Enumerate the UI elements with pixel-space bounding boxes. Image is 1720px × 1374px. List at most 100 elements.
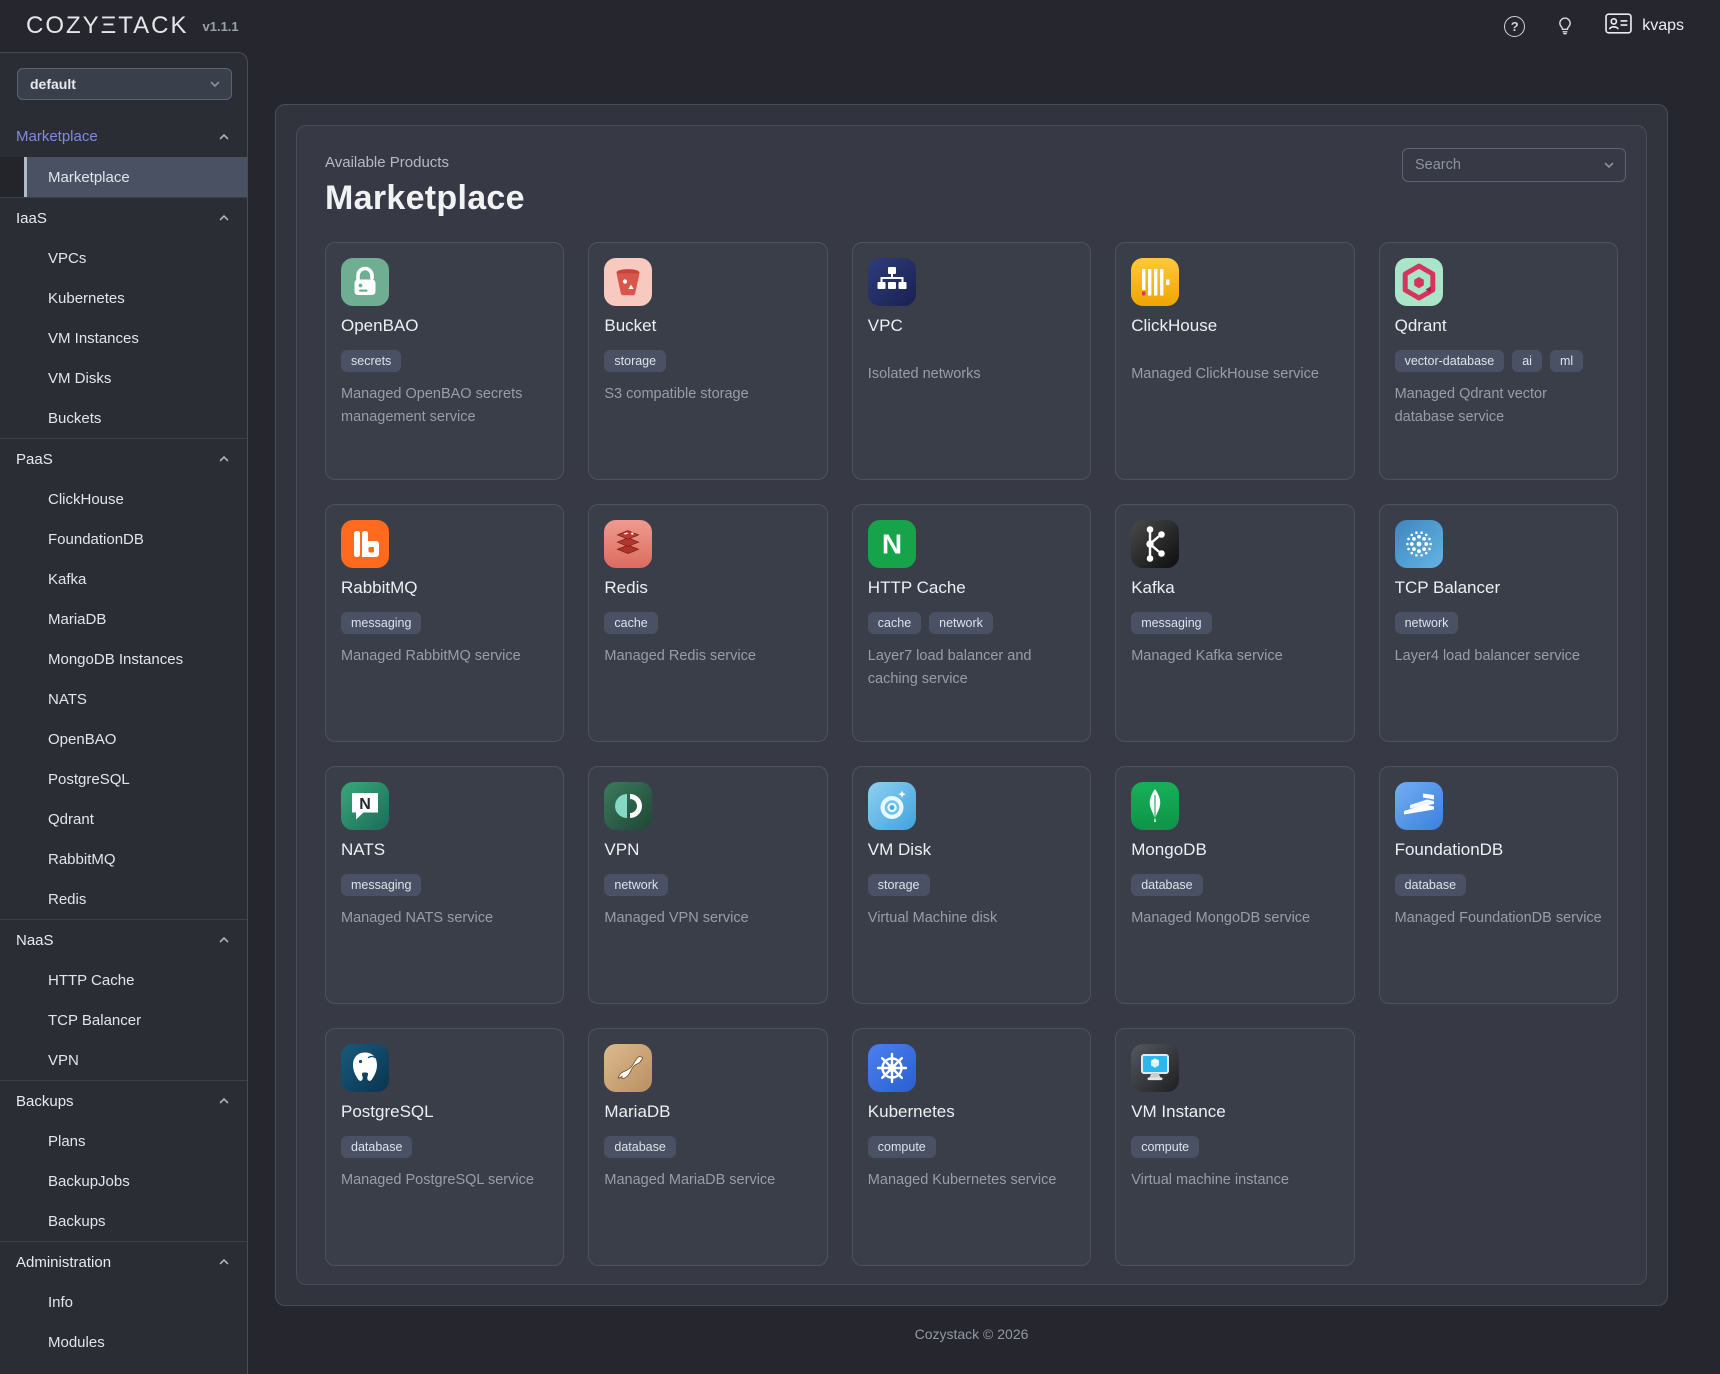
- search-placeholder: Search: [1415, 157, 1461, 173]
- product-title: TCP Balancer: [1395, 578, 1602, 598]
- product-description: Virtual Machine disk: [868, 907, 1075, 930]
- sidebar-item-nats[interactable]: NATS: [0, 679, 247, 719]
- sidebar-item-tcp-balancer[interactable]: TCP Balancer: [0, 1000, 247, 1040]
- sidebar-item-foundationdb[interactable]: FoundationDB: [0, 519, 247, 559]
- disk-icon: [868, 782, 916, 830]
- sidebar-item-info[interactable]: Info: [0, 1282, 247, 1322]
- sidebar-item-modules[interactable]: Modules: [0, 1322, 247, 1362]
- sidebar-item-vpn[interactable]: VPN: [0, 1040, 247, 1080]
- product-card-redis[interactable]: RediscacheManaged Redis service: [588, 504, 827, 742]
- product-card-vpn[interactable]: VPNnetworkManaged VPN service: [588, 766, 827, 1004]
- sidebar-item-mariadb[interactable]: MariaDB: [0, 599, 247, 639]
- app-version: v1.1.1: [203, 19, 239, 34]
- product-tags: database: [1131, 874, 1338, 896]
- sidebar-item-vpcs[interactable]: VPCs: [0, 238, 247, 278]
- sidebar-section-administration[interactable]: Administration: [0, 1241, 247, 1282]
- sidebar-item-postgresql[interactable]: PostgreSQL: [0, 759, 247, 799]
- product-card-mongodb[interactable]: MongoDBdatabaseManaged MongoDB service: [1115, 766, 1354, 1004]
- product-card-tcp-balancer[interactable]: TCP BalancernetworkLayer4 load balancer …: [1379, 504, 1618, 742]
- product-card-postgresql[interactable]: PostgreSQLdatabaseManaged PostgreSQL ser…: [325, 1028, 564, 1266]
- product-card-vm-disk[interactable]: VM DiskstorageVirtual Machine disk: [852, 766, 1091, 1004]
- header-actions: ? kvaps: [1504, 13, 1684, 39]
- product-tag-cache: cache: [604, 612, 657, 634]
- product-tags: messaging: [341, 874, 548, 896]
- product-title: MariaDB: [604, 1102, 811, 1122]
- sidebar-item-backups[interactable]: Backups: [0, 1201, 247, 1241]
- sidebar-item-backupjobs[interactable]: BackupJobs: [0, 1161, 247, 1201]
- sidebar-item-redis[interactable]: Redis: [0, 879, 247, 919]
- product-title: Kubernetes: [868, 1102, 1075, 1122]
- nats-icon: N: [341, 782, 389, 830]
- chevron-up-icon: [218, 1256, 230, 1268]
- product-card-mariadb[interactable]: MariaDB database Managed MariaDB service: [588, 1028, 827, 1266]
- content-panel: Available Products Marketplace Search Op…: [275, 104, 1668, 1306]
- product-description: Managed MariaDB service: [604, 1169, 811, 1192]
- sidebar-item-vm-disks[interactable]: VM Disks: [0, 358, 247, 398]
- redis-stack-icon: [604, 520, 652, 568]
- product-tags: messaging: [1131, 612, 1338, 634]
- product-description: Managed NATS service: [341, 907, 548, 930]
- product-card-nats[interactable]: NNATSmessagingManaged NATS service: [325, 766, 564, 1004]
- sidebar-section-backups[interactable]: Backups: [0, 1080, 247, 1121]
- product-card-kafka[interactable]: KafkamessagingManaged Kafka service: [1115, 504, 1354, 742]
- sidebar-item-vm-instances[interactable]: VM Instances: [0, 318, 247, 358]
- bucket-icon: [604, 258, 652, 306]
- product-card-http-cache[interactable]: NHTTP CachecachenetworkLayer7 load balan…: [852, 504, 1091, 742]
- sidebar-section-naas[interactable]: NaaS: [0, 919, 247, 960]
- product-title: Kafka: [1131, 578, 1338, 598]
- product-description: Managed RabbitMQ service: [341, 645, 548, 668]
- sidebar-item-kubernetes[interactable]: Kubernetes: [0, 278, 247, 318]
- svg-text:N: N: [359, 796, 371, 813]
- foundationdb-icon: [1395, 782, 1443, 830]
- help-icon[interactable]: ?: [1504, 16, 1525, 37]
- sidebar-section-marketplace[interactable]: Marketplace: [0, 116, 247, 157]
- product-description: Managed Redis service: [604, 645, 811, 668]
- product-card-kubernetes[interactable]: KubernetescomputeManaged Kubernetes serv…: [852, 1028, 1091, 1266]
- sidebar-item-plans[interactable]: Plans: [0, 1121, 247, 1161]
- sidebar-item-qdrant[interactable]: Qdrant: [0, 799, 247, 839]
- product-card-clickhouse[interactable]: ClickHouseManaged ClickHouse service: [1115, 242, 1354, 480]
- product-title: RabbitMQ: [341, 578, 548, 598]
- product-tag-network: network: [1395, 612, 1459, 634]
- sidebar-item-openbao[interactable]: OpenBAO: [0, 719, 247, 759]
- mariadb-seal-icon: [604, 1044, 652, 1092]
- network-tree-icon: [868, 258, 916, 306]
- product-tags: storage: [604, 350, 811, 372]
- product-tags: network: [1395, 612, 1602, 634]
- product-description: Virtual machine instance: [1131, 1169, 1338, 1192]
- sidebar-item-buckets[interactable]: Buckets: [0, 398, 247, 438]
- product-tag-database: database: [604, 1136, 675, 1158]
- product-tag-messaging: messaging: [341, 874, 421, 896]
- product-card-vm-instance[interactable]: VM InstancecomputeVirtual machine instan…: [1115, 1028, 1354, 1266]
- product-tag-ml: ml: [1550, 350, 1583, 372]
- product-card-vpc[interactable]: VPCIsolated networks: [852, 242, 1091, 480]
- nginx-icon: N: [868, 520, 916, 568]
- product-tag-compute: compute: [868, 1136, 936, 1158]
- product-tags: database: [341, 1136, 548, 1158]
- product-card-foundationdb[interactable]: FoundationDBdatabaseManaged FoundationDB…: [1379, 766, 1618, 1004]
- product-description: S3 compatible storage: [604, 383, 811, 406]
- sidebar-item-mongodb-instances[interactable]: MongoDB Instances: [0, 639, 247, 679]
- rabbitmq-icon: [341, 520, 389, 568]
- product-card-bucket[interactable]: BucketstorageS3 compatible storage: [588, 242, 827, 480]
- sidebar-section-iaas[interactable]: IaaS: [0, 197, 247, 238]
- product-description: Layer7 load balancer and caching service: [868, 645, 1075, 692]
- vm-instance-icon: [1131, 1044, 1179, 1092]
- product-description: Managed PostgreSQL service: [341, 1169, 548, 1192]
- product-title: VPC: [868, 316, 1075, 336]
- sidebar-item-marketplace[interactable]: Marketplace: [0, 157, 247, 197]
- product-card-qdrant[interactable]: Qdrantvector-databaseaimlManaged Qdrant …: [1379, 242, 1618, 480]
- product-card-openbao[interactable]: OpenBAOsecretsManaged OpenBAO secrets ma…: [325, 242, 564, 480]
- product-card-rabbitmq[interactable]: RabbitMQmessagingManaged RabbitMQ servic…: [325, 504, 564, 742]
- sidebar-item-clickhouse[interactable]: ClickHouse: [0, 479, 247, 519]
- bulb-icon[interactable]: [1555, 15, 1575, 37]
- product-tag-database: database: [341, 1136, 412, 1158]
- project-selector[interactable]: default: [17, 68, 232, 100]
- sidebar-item-kafka[interactable]: Kafka: [0, 559, 247, 599]
- user-menu[interactable]: kvaps: [1605, 13, 1684, 39]
- search-input[interactable]: Search: [1402, 148, 1626, 182]
- sidebar-item-rabbitmq[interactable]: RabbitMQ: [0, 839, 247, 879]
- product-tag-network: network: [604, 874, 668, 896]
- sidebar-section-paas[interactable]: PaaS: [0, 438, 247, 479]
- sidebar-item-http-cache[interactable]: HTTP Cache: [0, 960, 247, 1000]
